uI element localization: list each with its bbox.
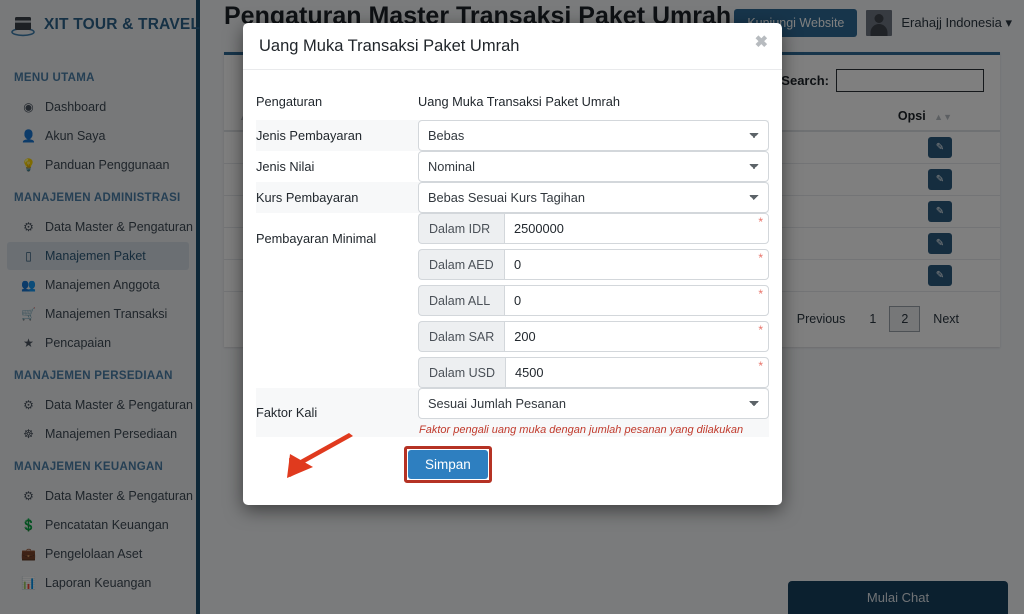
input-addon-idr: Dalam IDR <box>418 213 504 244</box>
jenis-nilai-select[interactable]: Nominal <box>418 151 769 182</box>
form-value-cell: Bebas <box>418 120 769 151</box>
form-value-cell: Bebas Sesuai Kurs Tagihan <box>418 182 769 213</box>
save-button-highlight: Simpan <box>404 446 492 484</box>
settings-form-table: Pengaturan Uang Muka Transaksi Paket Umr… <box>256 83 769 438</box>
input-group-idr: Dalam IDR * <box>418 213 769 244</box>
modal-body: Pengaturan Uang Muka Transaksi Paket Umr… <box>243 70 782 505</box>
pembayaran-minimal-sar-input[interactable] <box>504 321 769 352</box>
input-group-sar: Dalam SAR * <box>418 321 769 352</box>
modal-title: Uang Muka Transaksi Paket Umrah <box>259 37 520 55</box>
form-label: Pengaturan <box>256 94 323 109</box>
input-group-aed: Dalam AED * <box>418 249 769 280</box>
save-button-row: Simpan <box>256 437 769 487</box>
input-group-all: Dalam ALL * <box>418 285 769 316</box>
input-addon-all: Dalam ALL <box>418 285 504 316</box>
input-group-usd: Dalam USD * <box>418 357 769 388</box>
pembayaran-minimal-idr-input[interactable] <box>504 213 769 244</box>
app-root: XIT TOUR & TRAVEL MENU UTAMA ◉ Dashboard… <box>0 0 1024 614</box>
faktor-kali-help-text: Faktor pengali uang muka dengan jumlah p… <box>419 424 744 436</box>
jenis-pembayaran-select[interactable]: Bebas <box>418 120 769 151</box>
close-icon[interactable]: ✖ <box>755 35 768 51</box>
form-value-cell: Dalam IDR * Dalam AED * Dalam ALL <box>418 213 769 388</box>
save-button[interactable]: Simpan <box>408 450 488 480</box>
form-label: Jenis Pembayaran <box>256 128 362 143</box>
form-row-faktor-kali: Faktor Kali Sesuai Jumlah Pesanan Faktor… <box>256 388 769 438</box>
form-label: Pembayaran Minimal <box>256 231 377 246</box>
pembayaran-minimal-usd-input[interactable] <box>505 357 769 388</box>
input-addon-aed: Dalam AED <box>418 249 504 280</box>
form-row-kurs-pembayaran: Kurs Pembayaran Bebas Sesuai Kurs Tagiha… <box>256 182 769 213</box>
form-label: Jenis Nilai <box>256 159 315 174</box>
faktor-kali-select[interactable]: Sesuai Jumlah Pesanan <box>418 388 769 419</box>
pembayaran-minimal-aed-input[interactable] <box>504 249 769 280</box>
kurs-pembayaran-select[interactable]: Bebas Sesuai Kurs Tagihan <box>418 182 769 213</box>
pengaturan-value: Uang Muka Transaksi Paket Umrah <box>418 94 620 109</box>
form-row-jenis-pembayaran: Jenis Pembayaran Bebas <box>256 120 769 151</box>
form-label: Faktor Kali <box>256 405 318 421</box>
form-row-pembayaran-minimal: Pembayaran Minimal Dalam IDR * Dalam AED… <box>256 213 769 388</box>
uang-muka-modal: Uang Muka Transaksi Paket Umrah ✖ Pengat… <box>243 23 782 506</box>
input-addon-usd: Dalam USD <box>418 357 505 388</box>
form-label: Kurs Pembayaran <box>256 190 359 205</box>
modal-header: Uang Muka Transaksi Paket Umrah ✖ <box>243 23 782 70</box>
form-value-cell: Nominal <box>418 151 769 182</box>
form-value-cell: Uang Muka Transaksi Paket Umrah <box>418 83 769 120</box>
pembayaran-minimal-all-input[interactable] <box>504 285 769 316</box>
input-addon-sar: Dalam SAR <box>418 321 505 352</box>
form-row-jenis-nilai: Jenis Nilai Nominal <box>256 151 769 182</box>
form-row-pengaturan: Pengaturan Uang Muka Transaksi Paket Umr… <box>256 83 769 120</box>
form-value-cell: Sesuai Jumlah Pesanan Faktor pengali uan… <box>418 388 769 437</box>
